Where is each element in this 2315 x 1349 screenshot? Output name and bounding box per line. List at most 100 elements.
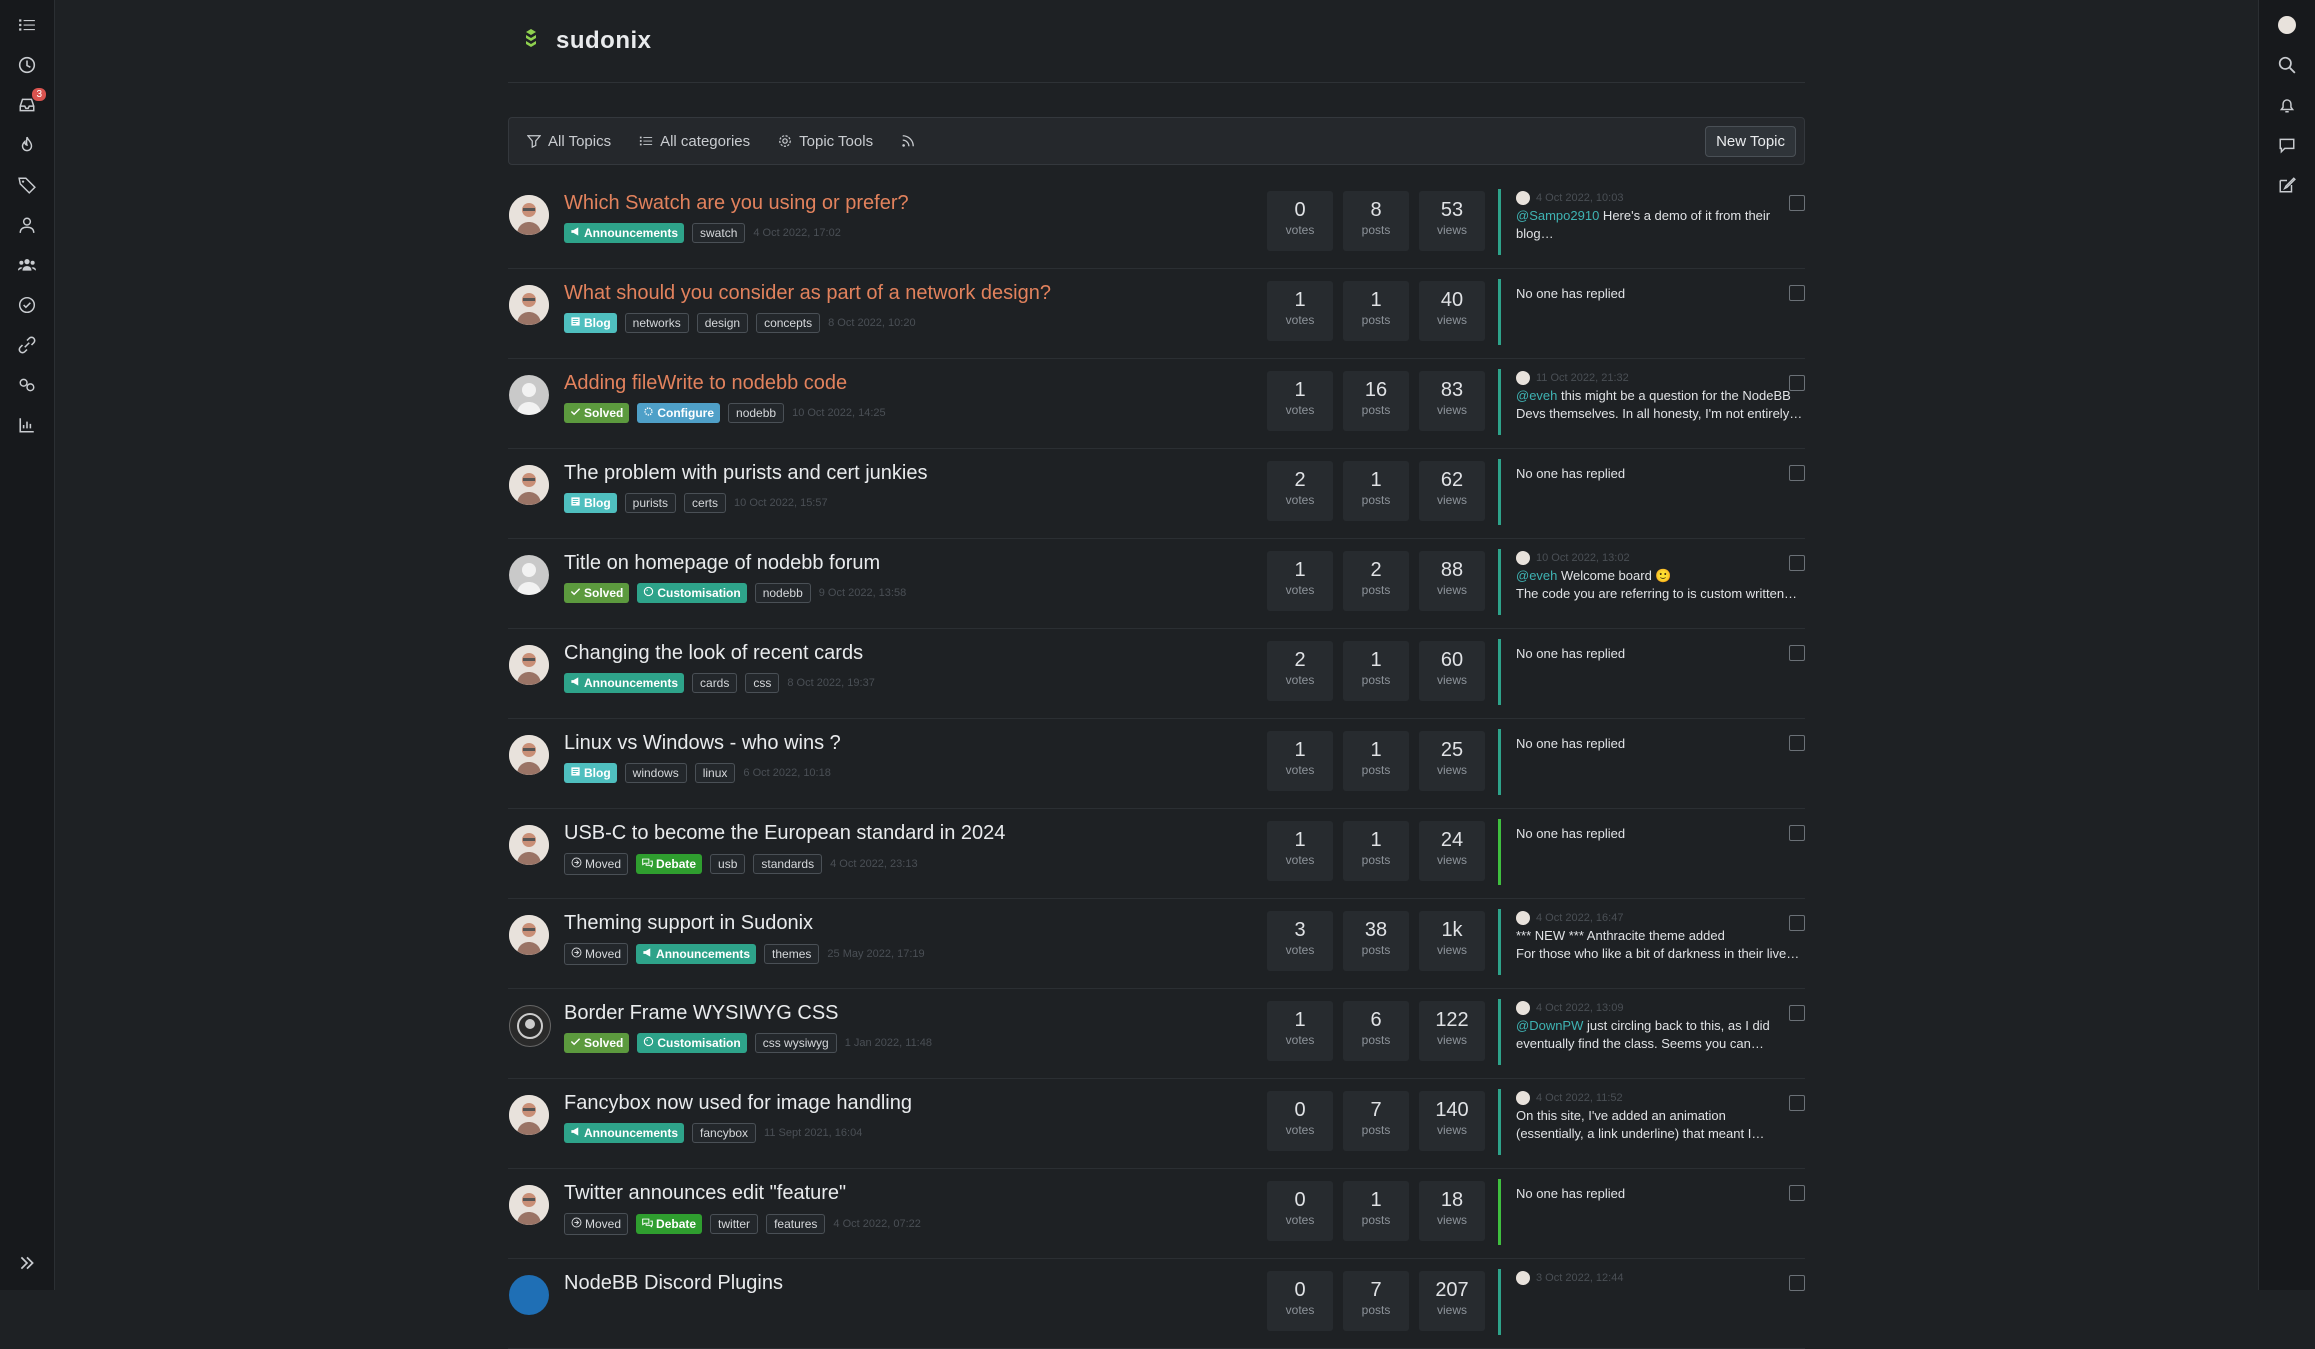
tag-chip[interactable]: twitter <box>710 1214 759 1234</box>
category-pill[interactable]: Customisation <box>637 1033 747 1053</box>
topic-timestamp[interactable]: 4 Oct 2022, 07:22 <box>833 1218 920 1230</box>
reply-time[interactable]: 4 Oct 2022, 10:03 <box>1536 189 1623 207</box>
tag-chip[interactable]: css wysiwyg <box>754 1033 837 1053</box>
compose-icon[interactable] <box>2276 174 2298 196</box>
inbox-icon[interactable]: 3 <box>16 88 46 116</box>
reply-avatar[interactable] <box>1516 1001 1530 1015</box>
tag-chip[interactable]: nodebb <box>754 583 811 603</box>
tag-chip[interactable]: design <box>696 313 749 333</box>
reply-time[interactable]: 4 Oct 2022, 11:52 <box>1536 1089 1623 1107</box>
author-avatar[interactable] <box>509 645 549 685</box>
topic-title[interactable]: USB-C to become the European standard in… <box>564 822 1005 845</box>
reply-time[interactable]: 4 Oct 2022, 13:09 <box>1536 999 1623 1017</box>
select-topic-checkbox[interactable] <box>1789 1275 1805 1291</box>
topic-timestamp[interactable]: 4 Oct 2022, 23:13 <box>830 858 917 870</box>
topic-timestamp[interactable]: 6 Oct 2022, 10:18 <box>743 767 830 779</box>
topic-timestamp[interactable]: 10 Oct 2022, 15:57 <box>734 497 828 509</box>
reply-mention[interactable]: @DownPW <box>1516 1018 1583 1033</box>
account-avatar[interactable] <box>2276 14 2298 36</box>
topic-title[interactable]: Which Swatch are you using or prefer? <box>564 192 909 215</box>
tag-chip[interactable]: networks <box>624 313 689 333</box>
category-pill[interactable]: Blog <box>564 763 617 783</box>
author-avatar[interactable] <box>509 825 549 865</box>
topic-title[interactable]: Title on homepage of nodebb forum <box>564 552 880 575</box>
new-topic-button[interactable]: New Topic <box>1705 125 1796 157</box>
topic-title[interactable]: What should you consider as part of a ne… <box>564 282 1051 305</box>
chart-icon[interactable] <box>16 414 38 436</box>
author-avatar[interactable] <box>509 285 549 325</box>
select-topic-checkbox[interactable] <box>1789 1005 1805 1021</box>
tag-chip[interactable]: linux <box>694 763 736 783</box>
reply-mention[interactable]: @eveh <box>1516 568 1557 583</box>
reply-mention[interactable]: @Sampo2910 <box>1516 208 1599 223</box>
select-topic-checkbox[interactable] <box>1789 555 1805 571</box>
brand-name[interactable]: sudonix <box>556 27 652 55</box>
chat-icon[interactable] <box>2276 134 2298 156</box>
category-pill[interactable]: Debate <box>636 1214 703 1234</box>
tag-chip[interactable]: purists <box>624 493 677 513</box>
category-pill[interactable]: Solved <box>564 403 630 423</box>
topic-title[interactable]: Fancybox now used for image handling <box>564 1092 912 1115</box>
all-topics-filter[interactable]: All Topics <box>527 133 611 150</box>
reply-avatar[interactable] <box>1516 1271 1530 1285</box>
author-avatar[interactable] <box>509 465 549 505</box>
topic-title[interactable]: Adding fileWrite to nodebb code <box>564 372 847 395</box>
topic-title[interactable]: Changing the look of recent cards <box>564 642 863 665</box>
popular-fire-icon[interactable] <box>16 134 38 156</box>
topic-tools-menu[interactable]: Topic Tools <box>778 133 873 150</box>
notifications-bell-icon[interactable] <box>2276 94 2298 116</box>
author-avatar[interactable] <box>509 195 549 235</box>
select-topic-checkbox[interactable] <box>1789 375 1805 391</box>
tag-chip[interactable]: standards <box>753 854 823 874</box>
reply-time[interactable]: 4 Oct 2022, 16:47 <box>1536 909 1623 927</box>
topic-title[interactable]: Linux vs Windows - who wins ? <box>564 732 841 755</box>
tag-chip[interactable]: usb <box>710 854 746 874</box>
author-avatar[interactable] <box>509 915 549 955</box>
category-pill[interactable]: Configure <box>637 403 721 423</box>
author-avatar[interactable] <box>509 1095 549 1135</box>
rss-feed-link[interactable] <box>901 134 915 148</box>
search-icon[interactable] <box>2276 54 2298 76</box>
tag-chip[interactable]: css <box>745 673 780 693</box>
topic-title[interactable]: Theming support in Sudonix <box>564 912 813 935</box>
tag-chip[interactable]: themes <box>764 944 820 964</box>
tag-chip[interactable]: swatch <box>692 223 746 243</box>
author-avatar[interactable] <box>509 555 549 595</box>
tags-icon[interactable] <box>16 174 38 196</box>
topic-timestamp[interactable]: 9 Oct 2022, 13:58 <box>819 587 906 599</box>
recent-clock-icon[interactable] <box>16 54 38 76</box>
category-pill[interactable]: Solved <box>564 583 630 603</box>
groups-icon[interactable] <box>16 254 38 276</box>
topic-timestamp[interactable]: 8 Oct 2022, 19:37 <box>787 677 874 689</box>
select-topic-checkbox[interactable] <box>1789 465 1805 481</box>
author-avatar[interactable] <box>509 1275 549 1315</box>
topic-timestamp[interactable]: 10 Oct 2022, 14:25 <box>792 407 886 419</box>
reply-avatar[interactable] <box>1516 371 1530 385</box>
category-pill[interactable]: Blog <box>564 313 617 333</box>
select-topic-checkbox[interactable] <box>1789 1095 1805 1111</box>
category-pill[interactable]: Announcements <box>564 223 685 243</box>
author-avatar[interactable] <box>509 1185 549 1225</box>
topic-timestamp[interactable]: 4 Oct 2022, 17:02 <box>753 227 840 239</box>
reply-time[interactable]: 10 Oct 2022, 13:02 <box>1536 549 1630 567</box>
tag-chip[interactable]: fancybox <box>692 1123 757 1143</box>
game-icon[interactable] <box>16 374 38 396</box>
check-circle-icon[interactable] <box>16 294 38 316</box>
select-topic-checkbox[interactable] <box>1789 915 1805 931</box>
tag-chip[interactable]: concepts <box>756 313 821 333</box>
link-icon[interactable] <box>16 334 38 356</box>
user-icon[interactable] <box>16 214 38 236</box>
select-topic-checkbox[interactable] <box>1789 195 1805 211</box>
all-categories-filter[interactable]: All categories <box>639 133 750 150</box>
category-pill[interactable]: Debate <box>636 854 703 874</box>
category-pill[interactable]: Blog <box>564 493 617 513</box>
reply-avatar[interactable] <box>1516 191 1530 205</box>
tag-chip[interactable]: features <box>766 1214 826 1234</box>
category-pill[interactable]: Moved <box>564 1213 629 1235</box>
select-topic-checkbox[interactable] <box>1789 645 1805 661</box>
reply-avatar[interactable] <box>1516 1091 1530 1105</box>
author-avatar[interactable] <box>509 375 549 415</box>
tag-chip[interactable]: nodebb <box>728 403 785 423</box>
select-topic-checkbox[interactable] <box>1789 1185 1805 1201</box>
reply-mention[interactable]: @eveh <box>1516 388 1557 403</box>
